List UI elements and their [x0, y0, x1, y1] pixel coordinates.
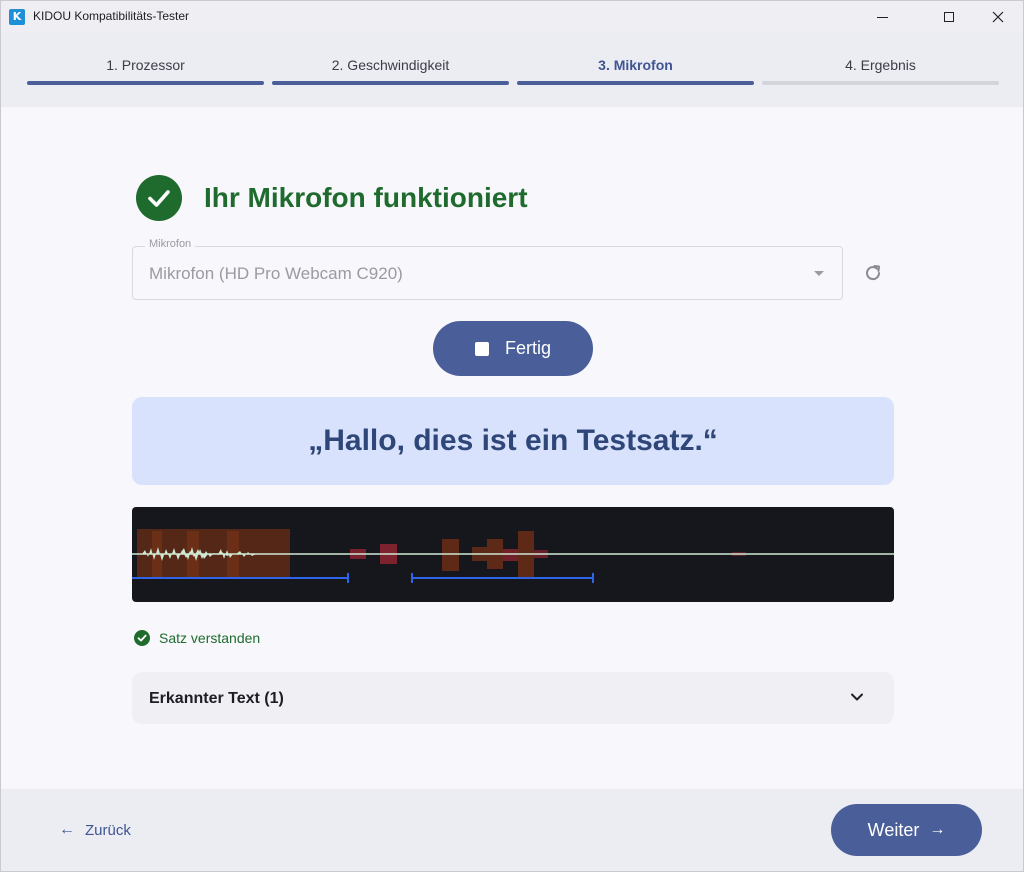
refresh-microphones-button[interactable] — [861, 261, 885, 285]
minimize-button[interactable] — [859, 1, 905, 33]
step-progress-bar — [517, 81, 754, 85]
waveform-svg — [132, 529, 894, 583]
step-label: 2. Geschwindigkeit — [331, 57, 450, 73]
recognized-text-label: Erkannter Text (1) — [149, 690, 284, 707]
waveform-visualizer — [132, 507, 894, 602]
step-mikrofon[interactable]: 3. Mikrofon — [517, 33, 754, 107]
step-prozessor[interactable]: 1. Prozessor — [27, 33, 264, 107]
microphone-select[interactable]: Mikrofon Mikrofon (HD Pro Webcam C920) — [132, 238, 843, 300]
recognition-status: Satz verstanden — [134, 630, 260, 646]
stop-icon — [474, 341, 489, 356]
stop-recording-button[interactable]: Fertig — [433, 321, 593, 376]
next-button-label: Weiter — [867, 819, 920, 840]
microphone-select-value: Mikrofon (HD Pro Webcam C920) — [149, 264, 403, 283]
main-content: Ihr Mikrofon funktioniert Mikrofon Mikro… — [1, 107, 1023, 789]
step-geschwindigkeit[interactable]: 2. Geschwindigkeit — [272, 33, 509, 107]
wizard-stepper: 1. Prozessor 2. Geschwindigkeit 3. Mikro… — [1, 33, 1023, 107]
step-ergebnis[interactable]: 4. Ergebnis — [762, 33, 999, 107]
test-sentence: „Hallo, dies ist ein Testsatz.“ — [308, 424, 718, 457]
maximize-icon — [944, 12, 954, 22]
minimize-icon — [876, 16, 888, 18]
close-button[interactable] — [975, 1, 1021, 33]
step-progress-bar — [27, 81, 264, 85]
arrow-right-icon: → — [929, 821, 946, 838]
window-title: KIDOU Kompatibilitäts-Tester — [33, 9, 190, 23]
microphone-select-label: Mikrofon — [145, 238, 196, 250]
check-circle-icon — [136, 175, 182, 221]
back-button[interactable]: ← Zurück — [59, 821, 131, 839]
maximize-button[interactable] — [926, 1, 972, 33]
step-label: 4. Ergebnis — [845, 57, 916, 73]
step-progress-bar — [762, 81, 999, 85]
recognized-text-accordion[interactable]: Erkannter Text (1) — [132, 672, 894, 724]
step-label: 3. Mikrofon — [598, 57, 673, 73]
close-icon — [992, 11, 1004, 23]
check-circle-icon — [134, 630, 150, 646]
status-title: Ihr Mikrofon funktioniert — [204, 182, 528, 213]
refresh-icon — [866, 265, 881, 281]
step-label: 1. Prozessor — [106, 57, 185, 73]
recognition-status-text: Satz verstanden — [159, 630, 261, 646]
test-sentence-box: „Hallo, dies ist ein Testsatz.“ — [132, 397, 894, 485]
footer-bar: ← Zurück Weiter → — [1, 789, 1023, 871]
stop-recording-label: Fertig — [504, 338, 551, 358]
app-window: K KIDOU Kompatibilitäts-Tester 1. Prozes… — [0, 0, 1024, 872]
next-button[interactable]: Weiter → — [831, 804, 982, 856]
mic-status: Ihr Mikrofon funktioniert — [136, 175, 528, 221]
back-button-label: Zurück — [85, 821, 131, 839]
title-bar: K KIDOU Kompatibilitäts-Tester — [1, 1, 1023, 33]
step-progress-bar — [272, 81, 509, 85]
kidou-logo-icon: K — [9, 9, 25, 25]
chevron-down-icon — [851, 693, 863, 701]
dropdown-caret-icon — [814, 271, 824, 276]
arrow-left-icon: ← — [59, 821, 75, 838]
